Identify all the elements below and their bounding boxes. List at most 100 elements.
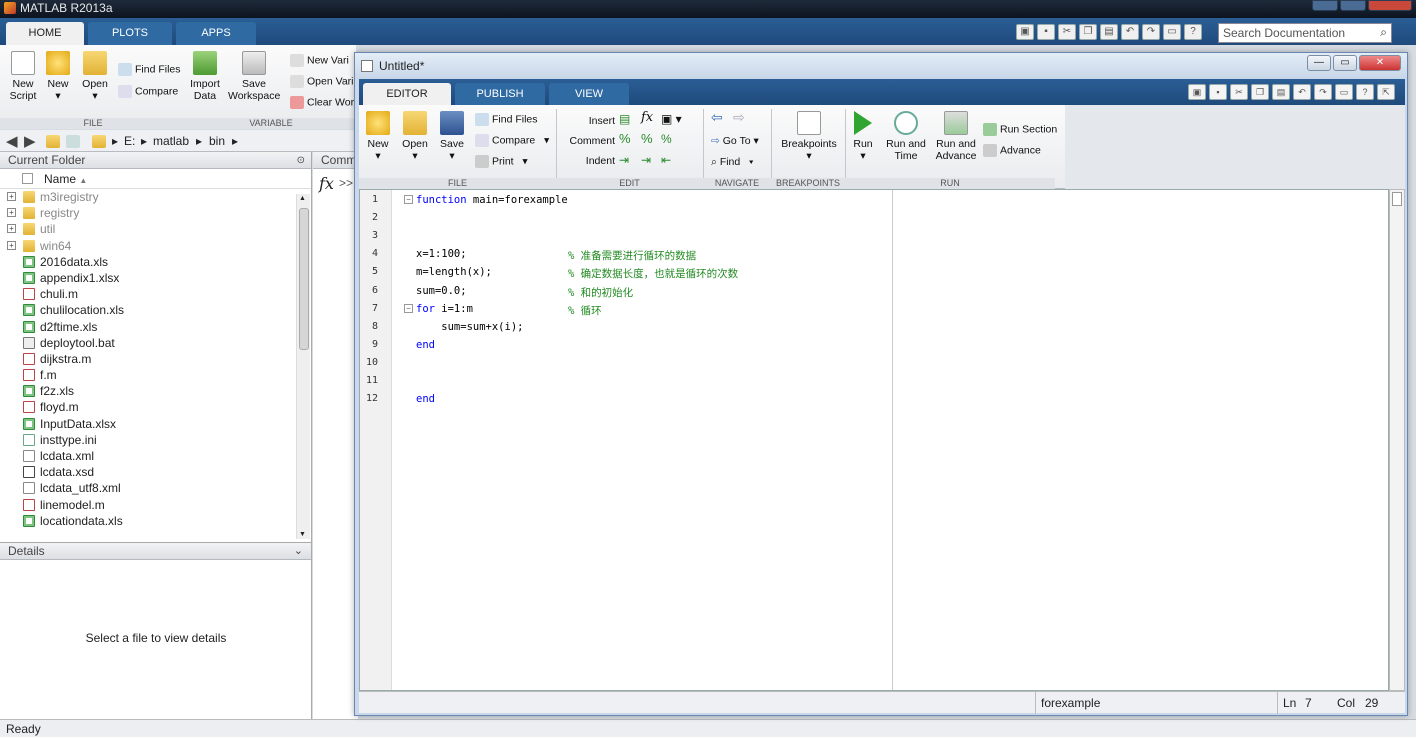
minimize-toolstrip-icon[interactable]: ⇱	[1377, 84, 1395, 100]
file-list-item[interactable]: + util	[0, 221, 311, 237]
file-list-item[interactable]: locationdata.xls	[0, 513, 311, 529]
insert-function-icon[interactable]: fx	[641, 111, 653, 124]
editor-maximize-button[interactable]: ▭	[1333, 55, 1357, 71]
details-header[interactable]: Details ⌄	[0, 543, 311, 560]
new-script-button[interactable]: New Script	[6, 51, 40, 102]
expand-icon[interactable]: +	[7, 192, 16, 201]
browse-folder-icon[interactable]	[66, 135, 80, 148]
expand-icon[interactable]: +	[7, 224, 16, 234]
code-editor[interactable]: 1 2 3 4 5 6 7 8 9 10 11 12 − function main=forexampl…	[359, 189, 1389, 691]
editor-scrollbar[interactable]	[1389, 189, 1405, 691]
file-list-item[interactable]: f.m	[0, 367, 311, 383]
expand-icon[interactable]: +	[7, 240, 16, 250]
open-button[interactable]: Open ▾	[80, 51, 110, 102]
chevron-down-icon[interactable]: ⌄	[294, 543, 303, 560]
editor-minimize-button[interactable]: —	[1307, 55, 1331, 71]
copy-icon[interactable]: ❐	[1079, 24, 1097, 40]
cut-icon[interactable]: ✂	[1058, 24, 1076, 40]
tab-editor[interactable]: EDITOR	[363, 83, 451, 105]
tab-home[interactable]: HOME	[6, 22, 84, 45]
maximize-button[interactable]	[1340, 0, 1366, 11]
code-line[interactable]: function main=forexample	[416, 194, 568, 206]
panel-menu-icon[interactable]: ⊙	[297, 152, 305, 169]
file-list-item[interactable]: + m3iregistry	[0, 189, 311, 205]
tab-plots[interactable]: PLOTS	[88, 22, 172, 45]
editor-save-button[interactable]: Save ▾	[437, 111, 467, 162]
breakpoints-button[interactable]: Breakpoints ▾	[779, 111, 839, 162]
new-variable-button[interactable]: New Vari	[290, 54, 349, 67]
run-section-button[interactable]: Run Section	[983, 123, 1057, 136]
file-list-item[interactable]: InputData.xlsx	[0, 416, 311, 432]
file-list-scrollbar[interactable]: ▲ ▼	[296, 194, 310, 539]
back-arrow-icon[interactable]: ⇦	[711, 110, 723, 124]
path-segment-drive[interactable]: E:	[124, 134, 135, 148]
find-button[interactable]: ⌕ Find ▾	[711, 156, 753, 168]
layout-icon[interactable]: ▣	[1016, 24, 1034, 40]
code-line[interactable]: x=1:100; % 准备需要进行循环的数据	[416, 248, 696, 262]
wrap-comment-icon[interactable]: %	[661, 133, 672, 145]
scrollbar-thumb[interactable]	[299, 208, 309, 350]
code-line[interactable]: for i=1:m % 循环	[416, 303, 602, 317]
scroll-down-icon[interactable]: ▼	[299, 531, 306, 538]
import-data-button[interactable]: Import Data	[188, 51, 222, 102]
fx-icon[interactable]: fx	[319, 174, 334, 193]
tab-view[interactable]: VIEW	[549, 83, 629, 105]
editor-print-button[interactable]: Print ▾	[475, 155, 528, 168]
compare-button[interactable]: Compare	[118, 85, 178, 98]
cut-icon[interactable]: ✂	[1230, 84, 1248, 100]
file-list-item[interactable]: appendix1.xlsx	[0, 270, 311, 286]
increase-indent-icon[interactable]: ⇥	[641, 154, 651, 166]
forward-icon[interactable]: ▶	[24, 132, 36, 150]
tab-apps[interactable]: APPS	[176, 22, 256, 45]
run-button[interactable]: Run ▾	[849, 111, 877, 162]
file-list-item[interactable]: d2ftime.xls	[0, 319, 311, 335]
tab-publish[interactable]: PUBLISH	[455, 83, 545, 105]
file-list-item[interactable]: + registry	[0, 205, 311, 221]
fold-toggle-icon[interactable]: −	[404, 303, 413, 313]
search-icon[interactable]: ⌕	[1380, 25, 1387, 40]
new-button[interactable]: New ▾	[44, 51, 72, 102]
path-segment-matlab[interactable]: matlab	[153, 134, 189, 148]
expand-icon[interactable]: +	[7, 208, 16, 218]
find-files-button[interactable]: Find Files	[118, 63, 181, 76]
file-list-item[interactable]: chuli.m	[0, 286, 311, 302]
close-button[interactable]	[1368, 0, 1412, 11]
editor-close-button[interactable]: ✕	[1359, 55, 1401, 71]
comment-icon[interactable]: %	[619, 132, 631, 145]
find-icon[interactable]: ▣	[1188, 84, 1206, 100]
help-icon[interactable]: ?	[1184, 24, 1202, 40]
editor-find-files-button[interactable]: Find Files	[475, 113, 538, 126]
copy-icon[interactable]: ❐	[1251, 84, 1269, 100]
code-line[interactable]: m=length(x); % 确定数据长度，也就是循环的次数	[416, 266, 738, 280]
advance-button[interactable]: Advance	[983, 144, 1041, 157]
save-workspace-button[interactable]: Save Workspace	[228, 51, 280, 102]
file-list-item[interactable]: insttype.ini	[0, 432, 311, 448]
save-icon[interactable]: ▪	[1037, 24, 1055, 40]
open-variable-button[interactable]: Open Vari	[290, 75, 354, 88]
minimize-button[interactable]	[1312, 0, 1338, 11]
path-segment-bin[interactable]: bin	[209, 134, 225, 148]
go-to-button[interactable]: ⇨ Go To ▾	[711, 135, 759, 147]
uncomment-icon[interactable]: %	[641, 132, 653, 145]
editor-new-button[interactable]: New ▾	[363, 111, 393, 162]
file-list-item[interactable]: dijkstra.m	[0, 351, 311, 367]
scrollbar-thumb[interactable]	[1392, 192, 1402, 206]
undo-icon[interactable]: ↶	[1293, 84, 1311, 100]
run-and-time-button[interactable]: Run and Time	[885, 111, 927, 162]
code-line[interactable]: sum=sum+x(i);	[416, 321, 523, 333]
command-window-panel[interactable]: Comm fx >>	[313, 152, 358, 719]
decrease-indent-icon[interactable]: ⇤	[661, 154, 671, 166]
file-list-item[interactable]: lcdata_utf8.xml	[0, 480, 311, 496]
save-icon[interactable]: ▪	[1209, 84, 1227, 100]
file-list-item[interactable]: + win64	[0, 238, 311, 254]
switch-windows-icon[interactable]: ▭	[1163, 24, 1181, 40]
back-icon[interactable]: ◀	[6, 132, 18, 150]
fold-toggle-icon[interactable]: −	[404, 195, 413, 204]
file-list-item[interactable]: lcdata.xsd	[0, 464, 311, 480]
code-line[interactable]: sum=0.0; % 和的初始化	[416, 285, 633, 299]
insert-more-icon[interactable]: ▣ ▾	[661, 113, 682, 125]
file-list-item[interactable]: lcdata.xml	[0, 448, 311, 464]
file-list-item[interactable]: chulilocation.xls	[0, 302, 311, 318]
help-icon[interactable]: ?	[1356, 84, 1374, 100]
redo-icon[interactable]: ↷	[1314, 84, 1332, 100]
